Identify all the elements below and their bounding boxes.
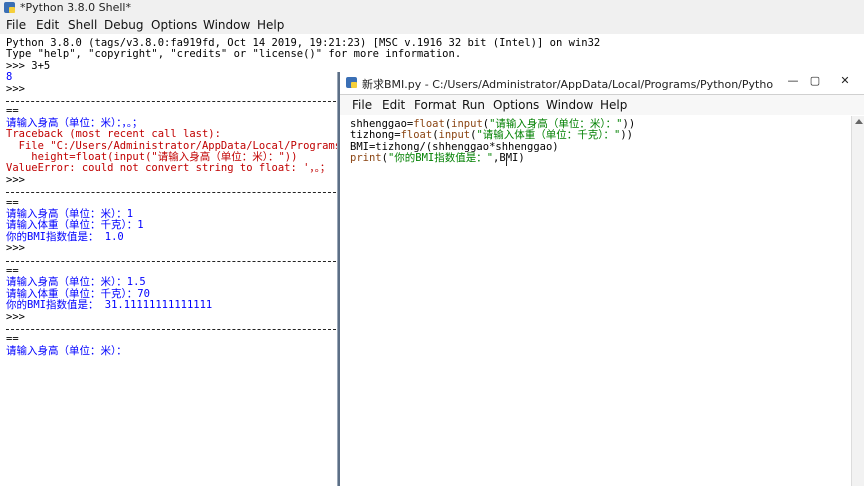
code-line: print("你的BMI指数值是：",BMI) — [350, 152, 525, 165]
separator-line — [6, 192, 336, 194]
code-token: "你的BMI指数值是：" — [387, 152, 494, 165]
editor-window: 新求BMI.py - C:/Users/Administrator/AppDat… — [338, 72, 864, 486]
shell-menu-edit[interactable]: Edit — [36, 18, 59, 32]
shell-line: Traceback (most recent call last): — [6, 128, 221, 141]
shell-title: *Python 3.8.0 Shell* — [20, 1, 131, 14]
shell-line: >>> — [6, 310, 25, 323]
close-button[interactable]: ✕ — [830, 73, 860, 89]
editor-scrollbar[interactable] — [851, 116, 864, 486]
python-logo-icon — [4, 2, 15, 13]
editor-menu-file[interactable]: File — [352, 98, 372, 112]
code-token: )) — [620, 129, 634, 142]
editor-menu-bar: File Edit Format Run Options Window Help — [340, 95, 864, 115]
shell-output-area[interactable]: Python 3.8.0 (tags/v3.8.0:fa919fd, Oct 1… — [0, 34, 600, 486]
code-token: tizhong= — [350, 129, 401, 142]
code-token: BMI=tizhong/(shhenggao*shhenggao) — [350, 140, 559, 153]
maximize-button[interactable]: ▢ — [804, 73, 826, 89]
mouse-ibeam-cursor-icon — [506, 155, 512, 166]
shell-line: 你的BMI指数值是： 31.11111111111111 — [6, 299, 213, 312]
python-file-icon — [346, 77, 357, 88]
separator-line — [6, 329, 336, 330]
editor-menu-format[interactable]: Format — [414, 98, 456, 112]
editor-title-bar[interactable]: 新求BMI.py - C:/Users/Administrator/AppDat… — [340, 72, 864, 95]
editor-title: 新求BMI.py - C:/Users/Administrator/AppDat… — [362, 78, 774, 91]
shell-menu-window[interactable]: Window — [203, 18, 250, 32]
shell-line: Type "help", "copyright", "credits" or "… — [6, 48, 462, 61]
shell-menu-help[interactable]: Help — [257, 18, 284, 32]
editor-menu-run[interactable]: Run — [462, 98, 485, 112]
separator-line — [6, 101, 336, 102]
editor-menu-options[interactable]: Options — [493, 98, 539, 112]
editor-code-area[interactable]: shhenggao=float(input("请输入身高（单位：米）：")) ti… — [340, 116, 852, 486]
shell-menu-file[interactable]: File — [6, 18, 26, 32]
shell-line: >>> 3+5 — [6, 59, 51, 72]
shell-line: >>> — [6, 242, 25, 255]
editor-menu-window[interactable]: Window — [546, 98, 593, 112]
shell-menu-shell[interactable]: Shell — [68, 18, 97, 32]
shell-line: 8 — [6, 71, 13, 84]
code-token: input — [438, 129, 471, 142]
minimize-button[interactable]: — — [782, 73, 804, 89]
shell-line: >>> — [6, 173, 25, 186]
editor-menu-edit[interactable]: Edit — [382, 98, 405, 112]
separator-line — [6, 260, 336, 262]
editor-menu-help[interactable]: Help — [600, 98, 627, 112]
shell-line: >>> — [6, 82, 25, 95]
code-token: float — [400, 129, 433, 142]
shell-title-bar[interactable]: *Python 3.8.0 Shell* — [0, 0, 864, 16]
code-token: "请输入体重（单位：千克）：" — [476, 129, 621, 142]
code-token: print — [350, 152, 382, 165]
scroll-up-arrow-icon[interactable] — [855, 119, 863, 124]
shell-menu-bar: File Edit Shell Debug Options Window Hel… — [0, 16, 864, 34]
shell-menu-debug[interactable]: Debug — [104, 18, 143, 32]
shell-line: 请输入身高（单位：米）： — [6, 344, 127, 357]
shell-line: ValueError: could not convert string to … — [6, 162, 331, 175]
shell-menu-options[interactable]: Options — [151, 18, 197, 32]
